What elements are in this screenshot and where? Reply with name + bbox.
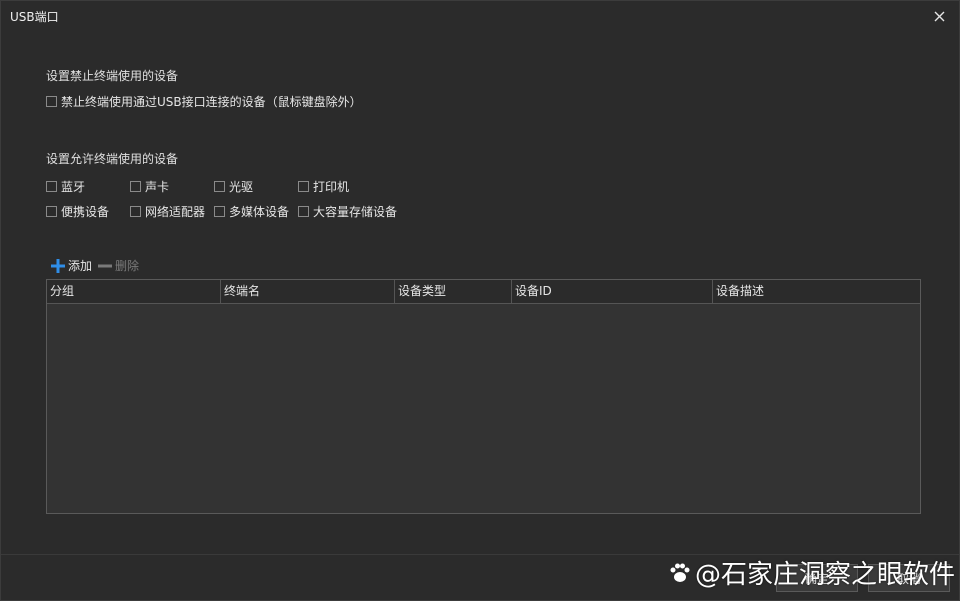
column-header-group[interactable]: 分组 [47,280,220,303]
close-icon [934,11,944,21]
device-checkbox-multimedia[interactable]: 多媒体设备 [214,203,289,220]
checkbox[interactable] [130,206,141,217]
device-checkbox-mass-storage[interactable]: 大容量存储设备 [298,203,397,220]
column-header-device-type[interactable]: 设备类型 [395,280,511,303]
device-label: 网络适配器 [145,205,206,219]
device-label: 声卡 [145,180,170,194]
device-checkbox-bluetooth[interactable]: 蓝牙 [46,178,85,195]
minus-icon [98,264,112,267]
block-usb-checkbox[interactable] [46,96,57,107]
device-checkbox-network-adapter[interactable]: 网络适配器 [130,203,205,220]
add-button-label: 添加 [68,259,93,273]
window-title: USB端口 [10,10,59,24]
plus-icon [51,258,65,273]
column-header-terminal-name[interactable]: 终端名 [221,280,394,303]
allow-section-heading: 设置允许终端使用的设备 [46,152,179,166]
paw-logo-icon [670,563,690,582]
checkbox[interactable] [46,181,57,192]
device-checkbox-optical-drive[interactable]: 光驱 [214,178,253,195]
table-header: 分组 终端名 设备类型 设备ID 设备描述 [47,280,920,304]
device-checkbox-portable[interactable]: 便携设备 [46,203,109,220]
block-section-heading: 设置禁止终端使用的设备 [46,69,179,83]
watermark-text: @石家庄洞察之眼软件 [695,560,956,590]
device-label: 便携设备 [61,205,110,219]
watermark: @石家庄洞察之眼软件 [667,554,955,591]
add-button[interactable]: 添加 [51,257,92,274]
device-checkbox-printer[interactable]: 打印机 [298,178,349,195]
usb-port-dialog: USB端口 设置禁止终端使用的设备 禁止终端使用通过USB接口连接的设备（鼠标键… [0,0,960,601]
checkbox[interactable] [298,181,309,192]
device-label: 光驱 [229,180,254,194]
checkbox[interactable] [214,206,225,217]
delete-button-label: 删除 [115,259,140,273]
delete-button[interactable]: 删除 [98,257,139,274]
device-label: 打印机 [313,180,350,194]
checkbox[interactable] [130,181,141,192]
checkbox[interactable] [298,206,309,217]
device-label: 多媒体设备 [229,205,290,219]
column-header-device-description[interactable]: 设备描述 [713,280,920,303]
column-header-device-id[interactable]: 设备ID [512,280,712,303]
block-usb-checkbox-label: 禁止终端使用通过USB接口连接的设备（鼠标键盘除外） [61,95,362,109]
device-label: 大容量存储设备 [313,205,398,219]
close-button[interactable] [929,6,949,26]
checkbox[interactable] [46,206,57,217]
device-table[interactable]: 分组 终端名 设备类型 设备ID 设备描述 [46,279,921,514]
checkbox[interactable] [214,181,225,192]
device-checkbox-sound-card[interactable]: 声卡 [130,178,169,195]
device-label: 蓝牙 [61,180,86,194]
title-bar: USB端口 [1,1,959,31]
block-usb-checkbox-row[interactable]: 禁止终端使用通过USB接口连接的设备（鼠标键盘除外） [46,93,362,110]
